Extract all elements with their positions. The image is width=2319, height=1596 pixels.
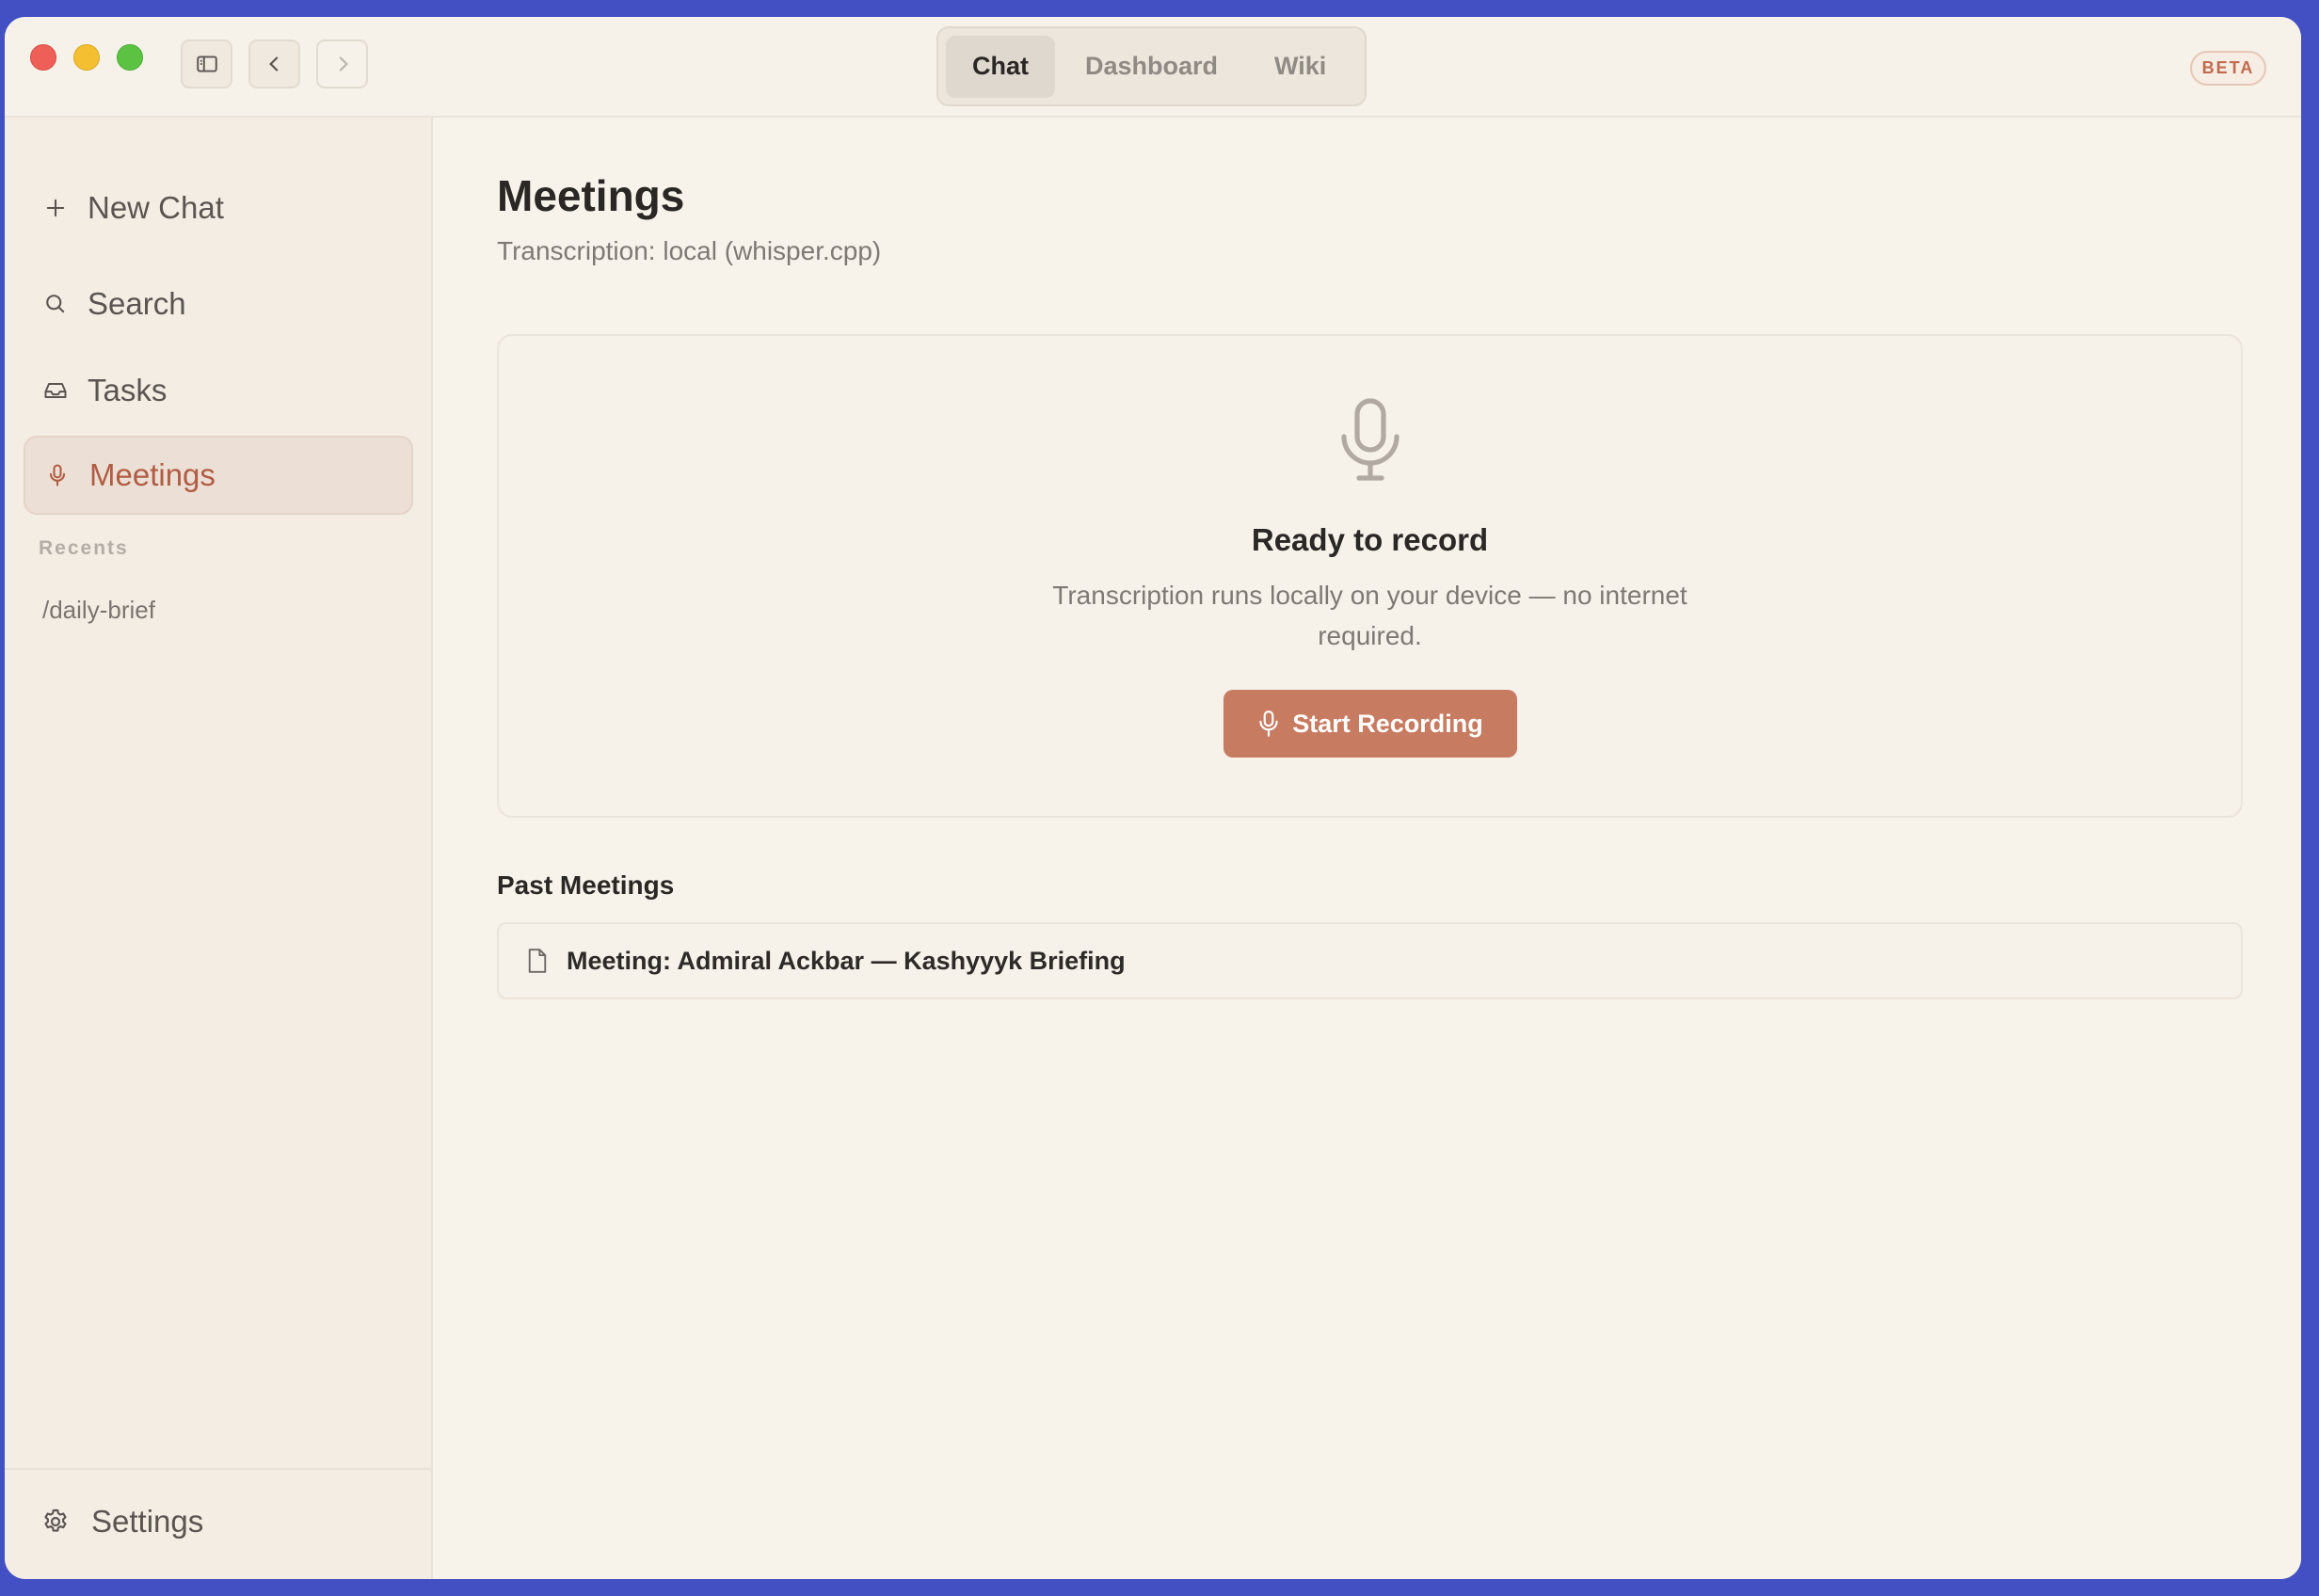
- record-card: Ready to record Transcription runs local…: [497, 334, 2243, 818]
- gear-icon: [44, 1508, 67, 1532]
- sidebar-item-label: New Chat: [88, 190, 224, 225]
- search-icon: [46, 295, 65, 313]
- ready-title: Ready to record: [1251, 522, 1489, 557]
- past-meetings-heading: Past Meetings: [497, 870, 675, 900]
- tab-chat[interactable]: Chat: [946, 35, 1055, 98]
- microphone-icon: [49, 464, 66, 487]
- microphone-icon: [1340, 398, 1399, 481]
- tab-dashboard[interactable]: Dashboard: [1059, 36, 1244, 98]
- page-title: Meetings: [497, 171, 685, 220]
- forward-button[interactable]: [316, 40, 368, 88]
- title-bar: Chat Dashboard Wiki BETA: [5, 17, 2301, 118]
- sidebar-item-label: Tasks: [88, 373, 168, 407]
- minimize-window-button[interactable]: [73, 44, 100, 71]
- sidebar-item-meetings[interactable]: Meetings: [24, 436, 413, 515]
- sidebar-item-label: Meetings: [89, 457, 216, 492]
- document-icon: [528, 949, 547, 973]
- toggle-sidebar-button[interactable]: [181, 40, 232, 88]
- plus-icon: [46, 199, 65, 217]
- sidebar-item-label: Search: [88, 286, 186, 321]
- beta-badge: BETA: [2190, 51, 2266, 86]
- sidebar-footer: Settings: [5, 1468, 431, 1579]
- sidebar: New Chat Search Tasks Meetings Recents /…: [5, 118, 433, 1579]
- sidebar-item-search[interactable]: Search: [24, 264, 413, 343]
- start-recording-button[interactable]: Start Recording: [1223, 690, 1517, 758]
- settings-label: Settings: [91, 1504, 204, 1539]
- microphone-icon: [1259, 710, 1278, 737]
- meeting-title: Meeting: Admiral Ackbar — Kashyyyk Brief…: [567, 946, 1126, 975]
- back-button[interactable]: [248, 40, 300, 88]
- chevron-right-icon: [339, 56, 348, 72]
- list-item[interactable]: Meeting: Admiral Ackbar — Kashyyyk Brief…: [497, 922, 2243, 999]
- recents-heading: Recents: [39, 537, 129, 559]
- app-window: Chat Dashboard Wiki BETA New Chat Search…: [5, 17, 2301, 1579]
- sidebar-item-new-chat[interactable]: New Chat: [24, 168, 413, 247]
- sidebar-item-tasks[interactable]: Tasks: [24, 351, 413, 430]
- settings-button[interactable]: Settings: [40, 1504, 203, 1540]
- sidebar-toggle-icon: [196, 56, 217, 72]
- transcription-mode-label: Transcription: local (whisper.cpp): [497, 236, 882, 265]
- tab-wiki[interactable]: Wiki: [1248, 36, 1352, 98]
- zoom-window-button[interactable]: [117, 44, 143, 71]
- ready-description: Transcription runs locally on your devic…: [1052, 581, 1687, 650]
- close-window-button[interactable]: [30, 44, 56, 71]
- view-switcher: Chat Dashboard Wiki: [936, 26, 1367, 106]
- chevron-left-icon: [268, 56, 278, 72]
- start-recording-label: Start Recording: [1292, 709, 1483, 738]
- recent-item-daily-brief[interactable]: /daily-brief: [42, 596, 155, 625]
- inbox-icon: [44, 383, 67, 398]
- main-content: Meetings Transcription: local (whisper.c…: [435, 118, 2301, 1579]
